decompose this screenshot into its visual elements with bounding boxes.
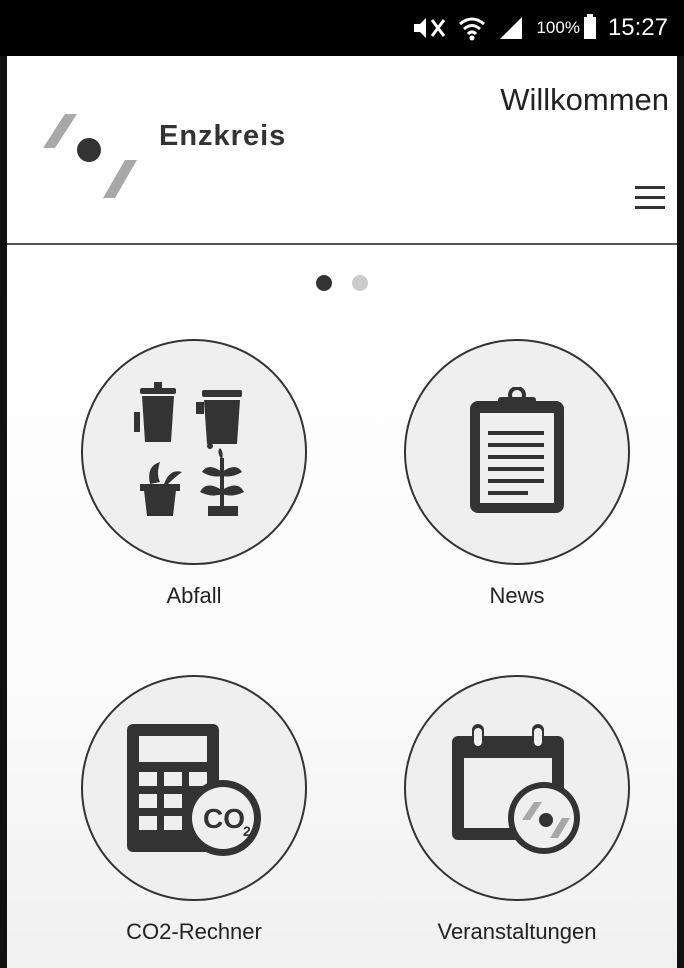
page-indicator (7, 275, 677, 291)
tile-news[interactable]: News (397, 339, 637, 609)
signal-icon (498, 15, 524, 41)
page-dot-inactive[interactable] (352, 275, 368, 291)
tile-co2-circle[interactable]: CO 2 (81, 675, 307, 901)
hamburger-menu-icon[interactable] (635, 186, 665, 212)
brand-name: Enzkreis (159, 120, 287, 152)
clipboard-icon (470, 387, 564, 513)
tile-news-label: News (489, 583, 545, 608)
tile-co2-label: CO2-Rechner (126, 919, 262, 944)
mute-icon (412, 14, 446, 42)
tile-veranstaltungen-circle[interactable] (404, 675, 630, 901)
enzkreis-logo (43, 114, 137, 198)
tile-abfall-label: Abfall (166, 583, 222, 608)
battery-percentage: 100% (536, 18, 580, 37)
page-dot-active[interactable] (316, 275, 332, 291)
co2-calculator-icon: CO 2 (127, 724, 261, 856)
status-bar: 100% 15:27 (0, 0, 684, 56)
screen-frame-right (677, 0, 684, 968)
svg-text:2: 2 (243, 823, 251, 839)
tile-veranstaltungen[interactable]: Veranstaltungen (397, 675, 637, 945)
waste-bins-icon (134, 382, 244, 516)
main-content: Abfall News CO 2 CO2-Rechner Veranstaltu… (7, 245, 677, 968)
clock: 15:27 (607, 14, 668, 41)
svg-text:CO: CO (203, 803, 245, 834)
battery-icon (583, 14, 596, 39)
screen-frame-left (0, 0, 7, 968)
tile-abfall-circle[interactable] (81, 339, 307, 565)
battery-status: 100% (536, 14, 596, 39)
tile-abfall[interactable]: Abfall (74, 339, 314, 609)
tile-veranstaltungen-label: Veranstaltungen (437, 919, 597, 944)
app-header: Enzkreis Willkommen (7, 56, 677, 245)
tile-co2-rechner[interactable]: CO 2 CO2-Rechner (74, 675, 314, 945)
tile-news-circle[interactable] (404, 339, 630, 565)
wifi-icon (458, 14, 486, 42)
welcome-title: Willkommen (500, 82, 669, 117)
calendar-icon (452, 724, 580, 854)
